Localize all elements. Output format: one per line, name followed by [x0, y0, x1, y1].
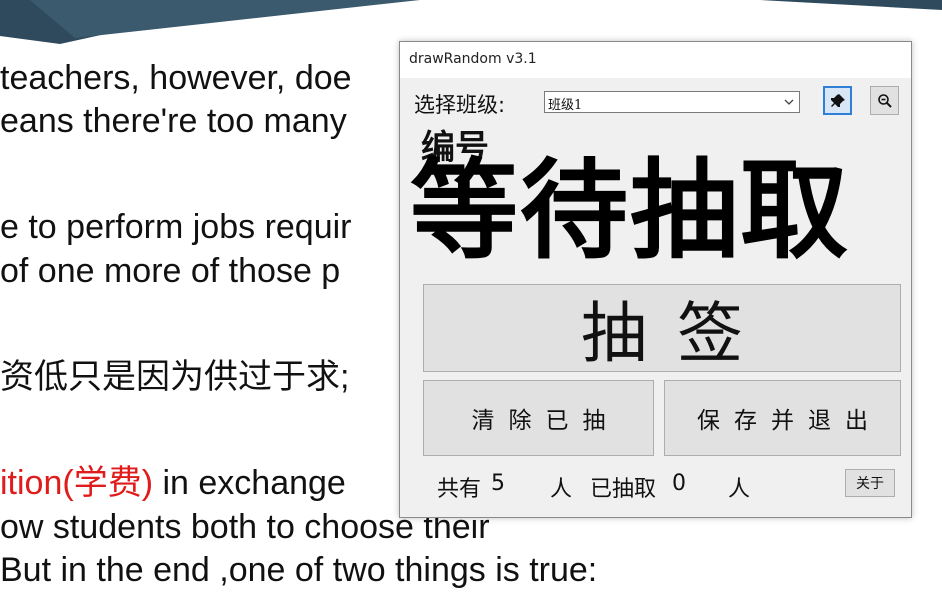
- pin-button[interactable]: [823, 86, 852, 115]
- slide-text-line: teachers, however, doe: [0, 59, 352, 97]
- class-select-label: 选择班级:: [414, 93, 506, 117]
- drawn-suffix: 人: [728, 477, 751, 502]
- slide-text-line: 资低只是因为供过于求;: [0, 358, 350, 396]
- pin-icon: [830, 93, 845, 107]
- clear-drawn-button[interactable]: 清除已抽: [423, 380, 654, 456]
- total-prefix: 共有: [437, 477, 482, 502]
- slide-text: in exchange: [153, 464, 346, 502]
- slide-text-line: of one more of those p: [0, 252, 341, 290]
- total-suffix: 人: [550, 477, 573, 502]
- slide-text-line: e to perform jobs requir: [0, 208, 352, 246]
- zoom-button[interactable]: [870, 86, 899, 115]
- drawn-prefix: 已抽取: [590, 477, 657, 502]
- zoom-out-icon: [877, 93, 892, 108]
- draw-result: 等待抽取: [410, 149, 851, 274]
- save-exit-button[interactable]: 保存并退出: [664, 380, 901, 456]
- chevron-down-icon: [784, 99, 794, 105]
- slide-text-line: But in the end ,one of two things is tru…: [0, 551, 598, 589]
- title-bar[interactable]: drawRandom v3.1: [400, 42, 911, 78]
- draw-button[interactable]: 抽签: [423, 284, 901, 372]
- slide-text-line: ition(学费) in exchange: [0, 463, 346, 503]
- window-title: drawRandom v3.1: [409, 51, 537, 67]
- class-select[interactable]: 班级1: [544, 91, 800, 113]
- draw-random-window: drawRandom v3.1 选择班级: 班级1 编号 等待抽取 抽签 清除已…: [399, 41, 912, 518]
- class-select-value: 班级1: [548, 98, 583, 113]
- about-button[interactable]: 关于: [845, 469, 895, 497]
- slide-text-line: eans there're too many: [0, 102, 347, 140]
- drawn-count: 0: [672, 471, 686, 496]
- slide-highlight-text: ition(学费): [0, 464, 154, 502]
- total-count: 5: [491, 471, 505, 496]
